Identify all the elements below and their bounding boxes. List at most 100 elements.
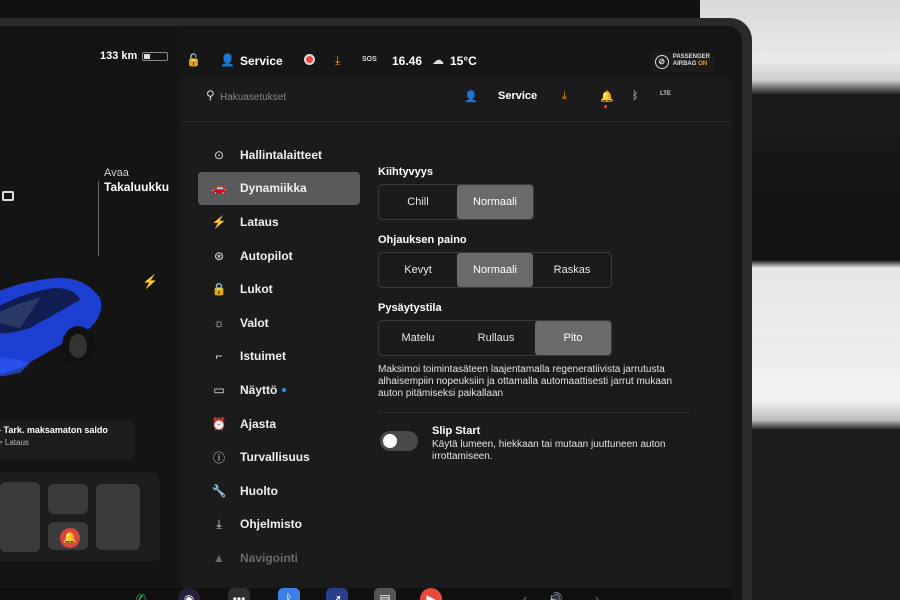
sidebar-item-dynamiikka[interactable]: 🚗 Dynamiikka	[198, 171, 360, 206]
lock-status-icon[interactable]: 🔓	[186, 53, 201, 67]
notification-bell-icon[interactable]: 🔔	[600, 90, 614, 103]
wrench-icon: 🔧	[211, 483, 227, 498]
stopping-mode-selector: Matelu Rullaus Pito	[378, 320, 612, 356]
stopping-option-pito[interactable]: Pito	[535, 321, 611, 355]
sidebar-item-istuimet[interactable]: ⌐ Istuimet	[198, 340, 360, 374]
navigation-app-icon[interactable]: ➚	[326, 588, 348, 600]
seat-map[interactable]	[0, 472, 160, 562]
settings-sidebar: ⊙ Hallintalaitteet 🚗 Dynamiikka ⚡ Lataus ⊛ A…	[198, 138, 360, 575]
header-profile-name[interactable]: Service	[498, 90, 537, 102]
notification-title: - Tark. maksamaton saldo	[0, 425, 108, 435]
charge-bolt-icon[interactable]: ⚡	[142, 274, 158, 290]
slip-start-description: Käytä lumeen, hiekkaan tai mutaan juuttu…	[432, 439, 666, 462]
sidebar-item-label: Lukot	[240, 282, 273, 297]
sidebar-item-label: Huolto	[240, 483, 278, 498]
trunk-label[interactable]: Takaluukku	[104, 180, 169, 194]
sidebar-item-turvallisuus[interactable]: ⓘ Turvallisuus	[198, 440, 360, 474]
more-apps-icon[interactable]: •••	[228, 588, 250, 600]
download-icon[interactable]: ⤓	[335, 53, 340, 68]
profile-name[interactable]: Service	[240, 54, 283, 68]
trunk-action-label[interactable]: Avaa	[104, 167, 129, 179]
airbag-icon: ⊘	[654, 55, 669, 69]
steering-option-normaali[interactable]: Normaali	[457, 253, 533, 287]
touchscreen: 133 km Avaa Takaluukku ⚡ - Tark. maksama…	[0, 26, 742, 600]
stopping-mode-description: Maksimoi toimintasäteen laajentamalla re…	[378, 364, 673, 399]
display-icon: ▭	[213, 382, 225, 397]
steering-title: Ohjauksen paino	[378, 234, 467, 246]
sidebar-item-ohjelmisto[interactable]: ⤓ Ohjelmisto	[198, 508, 360, 542]
dynamics-panel: Kiihtyvyys Chill Normaali Ohjauksen pain…	[378, 166, 698, 475]
media-player-icon[interactable]: ▶	[420, 588, 442, 600]
software-download-icon[interactable]: ⤓	[562, 90, 567, 103]
slip-start-title: Slip Start	[432, 425, 481, 437]
settings-header: ⚲ 👤 Service ⤓ 🔔 ᛒ LTE	[180, 78, 732, 122]
bolt-icon: ⚡	[211, 214, 227, 229]
phone-icon[interactable]: ✆	[130, 588, 152, 600]
airbag-line1: PASSENGER	[672, 54, 710, 60]
acceleration-option-chill[interactable]: Chill	[379, 185, 457, 219]
profile-icon[interactable]: 👤	[464, 90, 478, 103]
sidebar-item-label: Ohjelmisto	[240, 517, 303, 532]
stopping-mode-title: Pysäytystila	[378, 302, 442, 314]
unlock-icon[interactable]	[2, 191, 14, 201]
user-icon[interactable]: 👤	[220, 53, 235, 67]
sidebar-item-label: Autopilot	[240, 248, 293, 263]
sun-icon: ☼	[213, 315, 225, 330]
sidebar-item-label: Istuimet	[240, 349, 287, 364]
acceleration-option-normaali[interactable]: Normaali	[457, 185, 533, 219]
bluetooth-icon[interactable]: ᛒ	[632, 90, 639, 102]
sidebar-item-autopilot[interactable]: ⊛ Autopilot	[198, 239, 360, 273]
volume-down-chevron-icon[interactable]: ‹	[514, 588, 536, 600]
sidebar-item-lukot[interactable]: 🔒 Lukot	[198, 272, 360, 306]
bluetooth-app-icon[interactable]: ᛒ	[278, 588, 300, 600]
notification-card[interactable]: - Tark. maksamaton saldo > Lataus	[0, 420, 135, 460]
sidebar-item-hallintalaitteet[interactable]: ⊙ Hallintalaitteet	[198, 138, 360, 172]
dashcam-record-icon[interactable]	[304, 54, 315, 65]
settings-search-input[interactable]	[220, 88, 370, 106]
steering-option-kevyt[interactable]: Kevyt	[379, 253, 457, 287]
search-icon[interactable]: ⚲	[206, 88, 215, 102]
car-panel: 133 km Avaa Takaluukku ⚡ - Tark. maksama…	[0, 26, 180, 600]
battery-icon	[142, 52, 168, 61]
volume-icon[interactable]: 🔊	[544, 588, 566, 600]
lock-icon: 🔒	[211, 282, 227, 297]
sidebar-item-naytto[interactable]: ▭ Näyttö	[198, 373, 360, 407]
seat-rear-right	[96, 484, 140, 550]
photo-stage: 133 km Avaa Takaluukku ⚡ - Tark. maksama…	[0, 0, 900, 600]
sidebar-item-valot[interactable]: ☼ Valot	[198, 306, 360, 340]
cloud-icon: ☁	[432, 53, 444, 67]
acceleration-title: Kiihtyvyys	[378, 166, 434, 178]
sidebar-item-label: Hallintalaitteet	[240, 147, 323, 162]
sidebar-item-huolto[interactable]: 🔧 Huolto	[198, 474, 360, 508]
info-circle-icon: ⓘ	[212, 450, 225, 465]
steering-wheel-icon: ⊛	[213, 248, 225, 263]
passenger-airbag-indicator: ⊘ PASSENGER AIRBAG ON	[650, 52, 714, 72]
calendar-app-icon[interactable]: ▤	[374, 588, 396, 600]
sidebar-item-label: Lataus	[240, 214, 279, 229]
slip-start-row: Slip Start Käytä lumeen, hiekkaan tai mu…	[378, 425, 698, 475]
stopping-option-matelu[interactable]: Matelu	[379, 321, 457, 355]
slip-start-toggle[interactable]	[380, 431, 418, 451]
sidebar-item-ajasta[interactable]: ⏰ Ajasta	[198, 407, 360, 441]
settings-app: ⚲ 👤 Service ⤓ 🔔 ᛒ LTE ⊙ Hallintalaitteet …	[180, 78, 732, 600]
camera-app-icon[interactable]: ◉	[178, 588, 200, 600]
navigation-arrow-icon: ▲	[213, 550, 225, 565]
notification-link[interactable]: > Lataus	[0, 438, 127, 447]
sidebar-item-lataus[interactable]: ⚡ Lataus	[198, 205, 360, 239]
download-icon: ⤓	[216, 516, 222, 531]
toggle-knob	[383, 434, 397, 448]
clock: 16.46	[392, 54, 423, 68]
stopping-option-rullaus[interactable]: Rullaus	[457, 321, 535, 355]
alarm-clock-icon: ⏰	[211, 416, 227, 431]
car-3d-model	[0, 277, 102, 377]
seatbelt-warning-icon: 🔔	[60, 528, 80, 548]
steering-selector: Kevyt Normaali Raskas	[378, 252, 612, 288]
sidebar-item-label: Turvallisuus	[240, 450, 310, 465]
seat-icon: ⌐	[215, 349, 223, 364]
sos-icon[interactable]: SOS	[362, 56, 377, 63]
status-bar: 🔓 👤 Service ⤓ SOS 16.46 ☁ 15°C ⊘ PASSENG…	[180, 48, 720, 76]
steering-option-raskas[interactable]: Raskas	[533, 253, 611, 287]
sidebar-item-navigointi[interactable]: ▲ Navigointi	[198, 541, 360, 575]
volume-up-chevron-icon[interactable]: ›	[586, 588, 608, 600]
notification-dot	[604, 105, 607, 108]
